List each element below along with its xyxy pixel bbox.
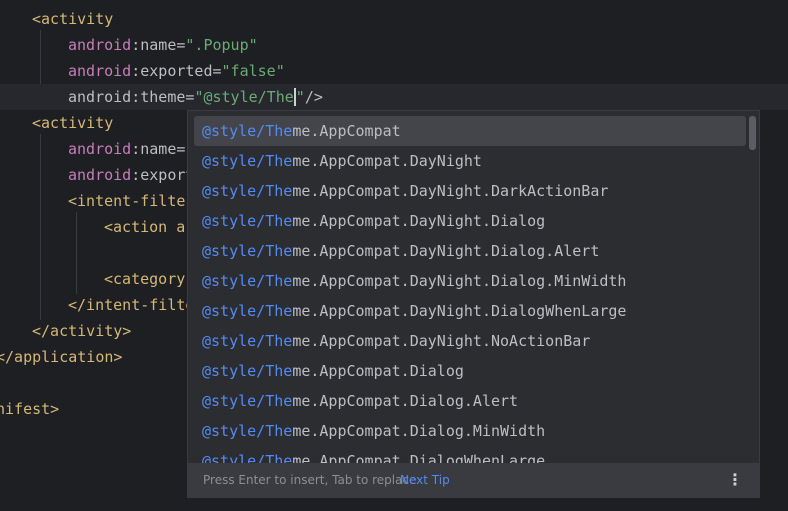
tag-intent-filter-close: </intent-filte	[68, 296, 195, 314]
attr-value: "false"	[221, 62, 285, 80]
completion-footer: Press Enter to insert, Tab to replace Ne…	[188, 463, 759, 497]
completion-item-label: me.AppCompat.Dialog.Alert	[292, 392, 519, 410]
code-line: <activity	[32, 6, 113, 32]
attr-name: :exported=	[131, 62, 222, 80]
completion-item-label: me.AppCompat.DayNight.NoActionBar	[292, 332, 591, 350]
completion-item[interactable]: @style/Theme.AppCompat.DayNight.NoAction…	[194, 326, 746, 356]
tag-category: <category	[104, 270, 186, 288]
attr-name: :name=	[131, 36, 186, 54]
code-line: <category	[104, 266, 185, 292]
tag-activity-close: </activity>	[32, 322, 132, 340]
tag-action: <action a	[104, 218, 186, 236]
completion-match-prefix: @style/The	[202, 302, 293, 320]
completion-item[interactable]: @style/Theme.AppCompat.Dialog.MinWidth	[194, 416, 746, 446]
next-tip-link[interactable]: Next Tip	[400, 463, 450, 497]
code-line: <intent-filte	[68, 188, 185, 214]
code-line: <action a	[104, 214, 185, 240]
completion-item-label: me.AppCompat.DayNight.Dialog.MinWidth	[292, 272, 627, 290]
more-vertical-icon[interactable]: ⋮	[727, 463, 743, 497]
completion-match-prefix: @style/The	[202, 212, 293, 230]
completion-item[interactable]: @style/Theme.AppCompat.DialogWhenLarge	[194, 446, 746, 463]
code-completion-popup[interactable]: @style/Theme.AppCompat @style/Theme.AppCo…	[187, 110, 760, 498]
code-line: </application>	[0, 344, 122, 370]
attr-namespace: android	[68, 88, 132, 106]
tag-close: />	[304, 88, 323, 106]
completion-item-label: me.AppCompat.DayNight.DialogWhenLarge	[292, 302, 627, 320]
tag-intent-filter: <intent-filte	[68, 192, 186, 210]
completion-item[interactable]: @style/Theme.AppCompat	[194, 116, 746, 146]
completion-scrollbar[interactable]	[749, 116, 756, 150]
completion-item-label: me.AppCompat.Dialog	[292, 362, 464, 380]
tag-activity: <activity	[32, 10, 114, 28]
completion-match-prefix: @style/The	[202, 392, 293, 410]
completion-match-prefix: @style/The	[202, 242, 293, 260]
completion-match-prefix: @style/The	[202, 182, 293, 200]
completion-match-prefix: @style/The	[202, 332, 293, 350]
code-line: android:name=".Popup"	[68, 32, 258, 58]
completion-item[interactable]: @style/Theme.AppCompat.DayNight.Dialog.M…	[194, 266, 746, 296]
completion-list[interactable]: @style/Theme.AppCompat @style/Theme.AppCo…	[188, 111, 759, 463]
completion-item-label: me.AppCompat.DialogWhenLarge	[292, 452, 546, 463]
indent-guide	[76, 212, 77, 294]
completion-match-prefix: @style/The	[202, 362, 293, 380]
completion-match-prefix: @style/The	[202, 422, 293, 440]
attr-name: :export	[131, 166, 195, 184]
completion-item-label: me.AppCompat	[292, 122, 401, 140]
completion-match-prefix: @style/The	[202, 122, 293, 140]
completion-match-prefix: @style/The	[202, 452, 293, 463]
attr-namespace: android	[68, 62, 132, 80]
insert-hint: Press Enter to insert, Tab to replace	[203, 473, 417, 487]
completion-item[interactable]: @style/Theme.AppCompat.DayNight.DialogWh…	[194, 296, 746, 326]
code-line: <activity	[32, 110, 113, 136]
completion-item[interactable]: @style/Theme.AppCompat.Dialog	[194, 356, 746, 386]
completion-item-label: me.AppCompat.DayNight.Dialog.Alert	[292, 242, 600, 260]
code-line: android:export	[68, 162, 194, 188]
attr-value: ".Popup"	[185, 36, 258, 54]
code-line: </activity>	[32, 318, 131, 344]
completion-item[interactable]: @style/Theme.AppCompat.DayNight	[194, 146, 746, 176]
tag-manifest-close: nifest>	[0, 400, 60, 418]
tag-activity: <activity	[32, 114, 114, 132]
indent-guide	[40, 134, 41, 320]
completion-item[interactable]: @style/Theme.AppCompat.Dialog.Alert	[194, 386, 746, 416]
code-line: </intent-filte	[68, 292, 194, 318]
attr-namespace: android	[68, 166, 132, 184]
completion-match-prefix: @style/The	[202, 272, 293, 290]
code-line: android:name=	[68, 136, 185, 162]
completion-item[interactable]: @style/Theme.AppCompat.DayNight.Dialog.A…	[194, 236, 746, 266]
tag-application-close: </application>	[0, 348, 123, 366]
attr-name: :theme=	[131, 88, 195, 106]
attr-name: :name=	[131, 140, 186, 158]
completion-item[interactable]: @style/Theme.AppCompat.DayNight.DarkActi…	[194, 176, 746, 206]
attr-namespace: android	[68, 36, 132, 54]
completion-item[interactable]: @style/Theme.AppCompat.DayNight.Dialog	[194, 206, 746, 236]
attr-namespace: android	[68, 140, 132, 158]
attr-value: "@style/The	[194, 88, 294, 106]
code-line: nifest>	[0, 396, 59, 422]
completion-match-prefix: @style/The	[202, 152, 293, 170]
completion-item-label: me.AppCompat.DayNight.DarkActionBar	[292, 182, 609, 200]
completion-item-label: me.AppCompat.Dialog.MinWidth	[292, 422, 546, 440]
code-line: android:theme="@style/The "/>	[68, 84, 323, 110]
attr-value-quote: "	[295, 88, 305, 106]
code-line: android:exported="false"	[68, 58, 285, 84]
completion-item-label: me.AppCompat.DayNight	[292, 152, 482, 170]
completion-item-label: me.AppCompat.DayNight.Dialog	[292, 212, 546, 230]
